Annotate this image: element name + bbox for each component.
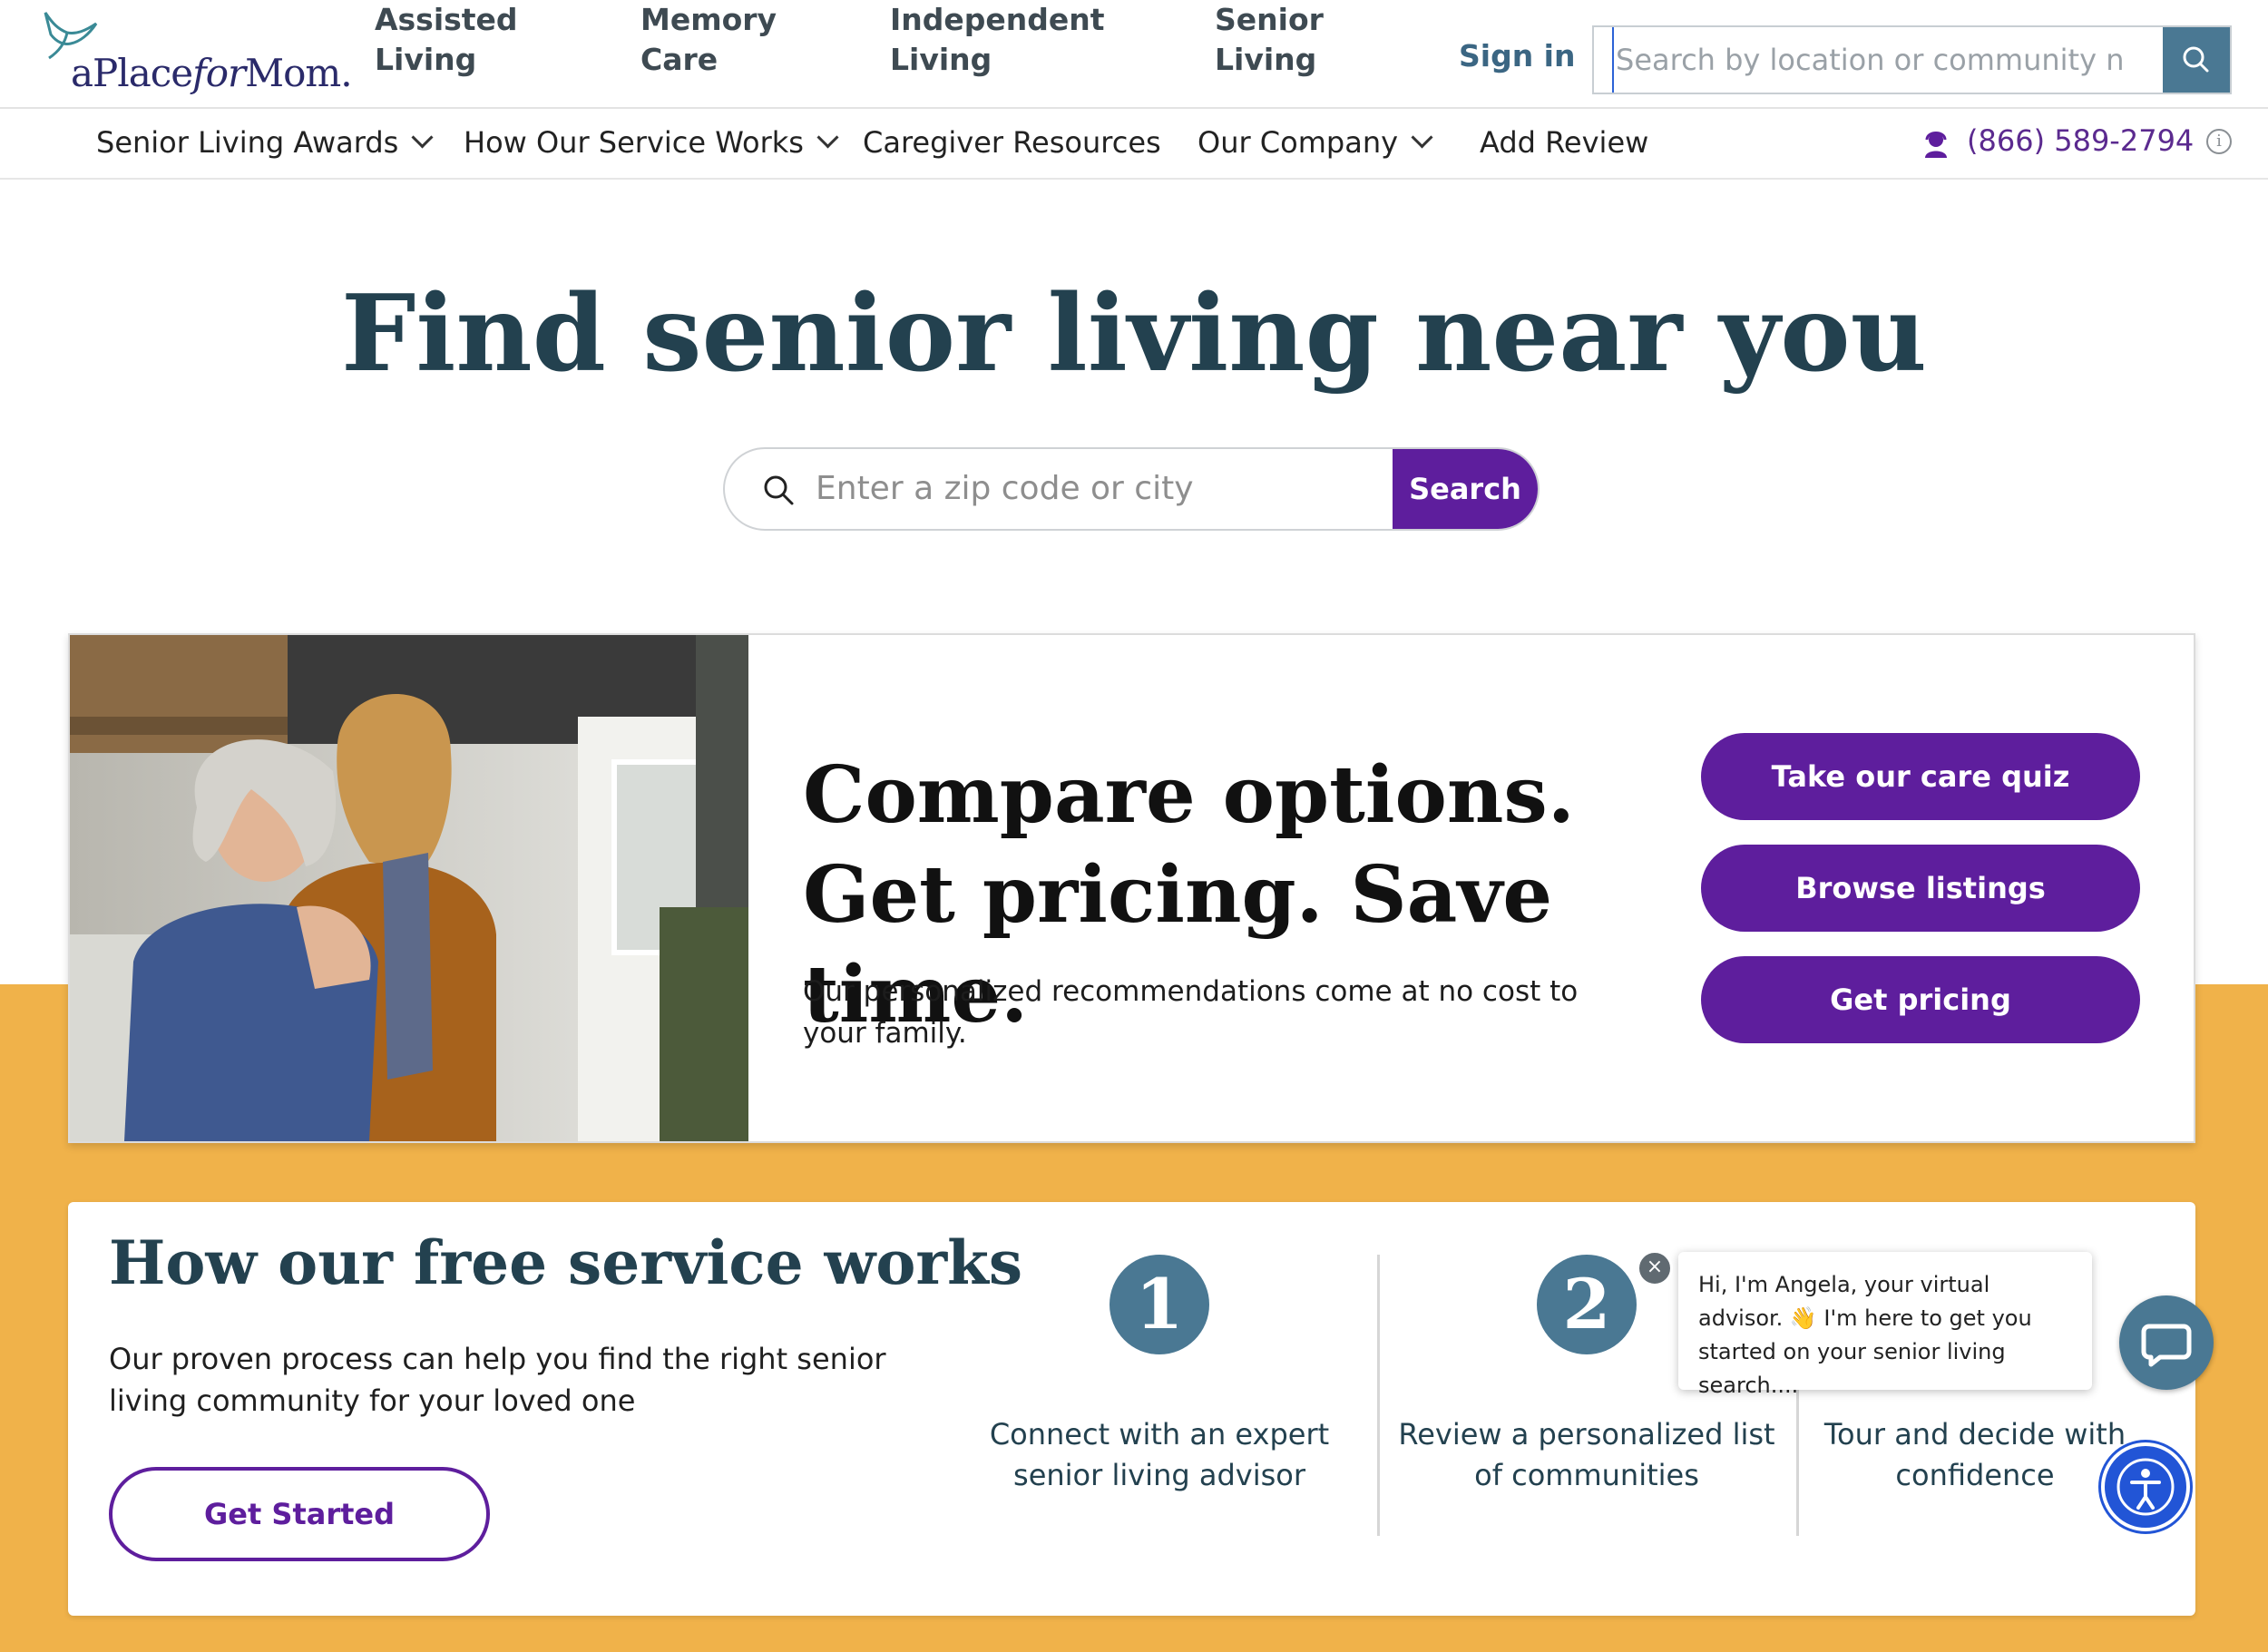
- hero-title: Find senior living near you: [341, 272, 1927, 396]
- info-icon[interactable]: i: [2206, 129, 2232, 154]
- topnav-memory-care[interactable]: Memory Care: [640, 0, 777, 80]
- take-care-quiz-button[interactable]: Take our care quiz: [1701, 733, 2140, 820]
- subnav-how-our-service-works[interactable]: How Our Service Works: [464, 125, 839, 160]
- top-search-button[interactable]: [2163, 27, 2230, 93]
- compare-card: Compare options. Get pricing. Save time.…: [68, 633, 2195, 1143]
- sign-in-link[interactable]: Sign in: [1459, 38, 1576, 73]
- subnav-caregiver-resources[interactable]: Caregiver Resources: [863, 125, 1161, 160]
- top-header: aPlaceforMom. Assisted Living Memory Care …: [0, 0, 2268, 109]
- how-subtitle: Our proven process can help you find the…: [109, 1342, 886, 1418]
- search-icon: [2183, 46, 2209, 73]
- step-divider: [1377, 1255, 1380, 1536]
- search-icon: [764, 475, 794, 505]
- step-label: Connect with an expert senior living adv…: [989, 1417, 1330, 1492]
- seniors-hugging-photo: [70, 635, 748, 1141]
- step-1: 1 Connect with an expert senior living a…: [969, 1255, 1350, 1496]
- headset-icon: [1925, 132, 1947, 158]
- topnav-assisted-living[interactable]: Assisted Living: [375, 0, 518, 80]
- chevron-down-icon: [816, 126, 839, 149]
- step-label: Review a personalized list of communitie…: [1398, 1417, 1775, 1492]
- compare-subtitle: Our personalized recommendations come at…: [803, 975, 1579, 1050]
- step-number: 1: [1110, 1255, 1209, 1354]
- hero-search-button[interactable]: Search: [1393, 449, 1538, 529]
- accessibility-button[interactable]: [2101, 1442, 2190, 1531]
- browse-listings-button[interactable]: Browse listings: [1701, 845, 2140, 932]
- subnav-our-company[interactable]: Our Company: [1198, 125, 1433, 160]
- subnav-add-review[interactable]: Add Review: [1480, 125, 1648, 160]
- chevron-down-icon: [411, 126, 434, 149]
- top-search-input[interactable]: Search by location or community na: [1612, 27, 2124, 93]
- phone-number[interactable]: (866) 589-2794: [1967, 123, 2194, 158]
- close-icon[interactable]: ×: [1637, 1250, 1673, 1286]
- topnav-independent-living[interactable]: Independent Living: [890, 0, 1105, 80]
- logo-wordmark: aPlaceforMom.: [71, 51, 353, 95]
- chat-bubble[interactable]: Hi, I'm Angela, your virtual advisor. 👋 …: [1678, 1252, 2092, 1398]
- chat-message: Hi, I'm Angela, your virtual advisor. 👋 …: [1698, 1272, 2032, 1398]
- get-started-button[interactable]: Get Started: [109, 1467, 490, 1561]
- chevron-down-icon: [1411, 126, 1433, 149]
- step-number: 2: [1537, 1255, 1637, 1354]
- site-logo[interactable]: aPlaceforMom.: [40, 7, 353, 98]
- get-pricing-button[interactable]: Get pricing: [1701, 956, 2140, 1043]
- accessibility-icon: [2116, 1458, 2175, 1516]
- zip-search-input[interactable]: Enter a zip code or city: [816, 449, 1194, 529]
- how-title: How our free service works: [109, 1227, 1023, 1298]
- top-search: Search by location or community na: [1592, 25, 2232, 94]
- chat-launcher-button[interactable]: [2119, 1295, 2214, 1390]
- chat-icon: [2141, 1324, 2192, 1367]
- hero-search: Enter a zip code or city Search: [723, 447, 1540, 531]
- subnav-senior-living-awards[interactable]: Senior Living Awards: [96, 125, 434, 160]
- topnav-senior-living[interactable]: Senior Living: [1215, 0, 1324, 80]
